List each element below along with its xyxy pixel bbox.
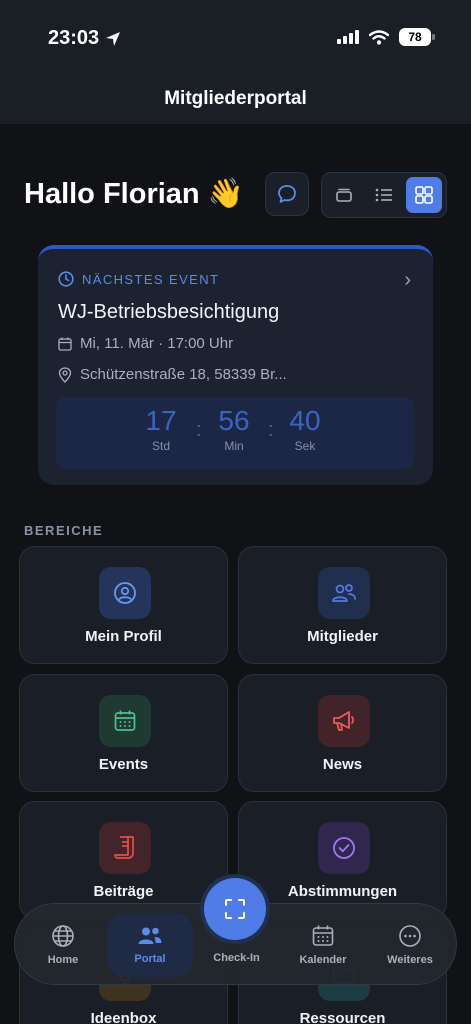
tile-mitglieder[interactable]: Mitglieder: [238, 546, 447, 664]
calendar-icon: [58, 337, 72, 351]
chat-button[interactable]: [265, 172, 309, 216]
event-label: NÄCHSTES EVENT: [58, 271, 219, 287]
receipt-icon: [99, 822, 151, 874]
event-title: WJ-Betriebsbesichtigung: [58, 301, 280, 323]
tile-news[interactable]: News: [238, 674, 447, 792]
chat-bubble-icon: [278, 185, 296, 203]
tile-label: Ideenbox: [90, 1010, 157, 1024]
tile-label: Mitglieder: [307, 628, 378, 645]
battery-indicator: 78: [399, 28, 435, 46]
next-event-card[interactable]: NÄCHSTES EVENT › WJ-Betriebsbesichtigung…: [38, 245, 433, 485]
tab-home[interactable]: Home: [20, 904, 106, 986]
list-view-button[interactable]: [366, 177, 402, 213]
top-bar: 23:03 78 Mitgliederportal: [0, 0, 471, 124]
users-icon: [138, 927, 162, 944]
megaphone-icon: [318, 695, 370, 747]
card-view-button[interactable]: [326, 177, 362, 213]
check-circle-icon: [318, 822, 370, 874]
tile-label: Events: [98, 756, 149, 773]
countdown-hours: 17 Std: [145, 405, 177, 453]
tab-weiteres[interactable]: Weiteres: [367, 904, 453, 986]
tile-mein-profil[interactable]: Mein Profil: [19, 546, 228, 664]
status-icons: 78: [337, 28, 435, 46]
tab-kalender[interactable]: Kalender: [280, 904, 366, 986]
page-title: Mitgliederportal: [164, 88, 307, 109]
clock-icon: [58, 271, 74, 287]
more-icon: [399, 925, 421, 947]
event-location: Schützenstraße 18, 58339 Br...: [58, 366, 287, 383]
grid-view-button[interactable]: [406, 177, 442, 213]
calendar-icon: [99, 695, 151, 747]
user-circle-icon: [99, 567, 151, 619]
signal-icon: [337, 30, 359, 44]
list-icon: [375, 188, 392, 202]
tile-label: News: [322, 756, 363, 773]
countdown-seconds: 40 Sek: [289, 405, 321, 453]
tile-abstimmungen[interactable]: Abstimmungen: [238, 801, 447, 919]
checkin-button[interactable]: [204, 878, 266, 940]
greeting: Hallo Florian 👋: [24, 178, 244, 210]
tab-portal[interactable]: Portal: [107, 913, 193, 977]
section-label: BEREICHE: [24, 523, 104, 538]
event-countdown: 17 Std : 56 Min : 40 Sek: [56, 397, 414, 469]
wifi-icon: [369, 29, 389, 45]
status-time: 23:03: [48, 27, 121, 50]
chevron-right-icon[interactable]: ›: [404, 269, 411, 292]
tile-label: Ressourcen: [299, 1010, 386, 1024]
map-pin-icon: [58, 366, 72, 383]
tile-beitraege[interactable]: Beiträge: [19, 801, 228, 919]
globe-icon: [52, 925, 74, 947]
event-date: Mi, 11. Mär · 17:00 Uhr: [58, 335, 233, 352]
scan-icon: [225, 899, 245, 919]
users-icon: [318, 567, 370, 619]
tile-events[interactable]: Events: [19, 674, 228, 792]
calendar-icon: [312, 925, 334, 946]
stack-icon: [336, 188, 352, 202]
tile-label: Abstimmungen: [287, 883, 398, 900]
tile-label: Mein Profil: [85, 628, 162, 645]
location-arrow-icon: [106, 31, 121, 46]
countdown-minutes: 56 Min: [218, 405, 250, 453]
view-mode-toggle: [321, 172, 447, 218]
tile-label: Beiträge: [93, 883, 154, 900]
grid-icon: [415, 186, 433, 204]
